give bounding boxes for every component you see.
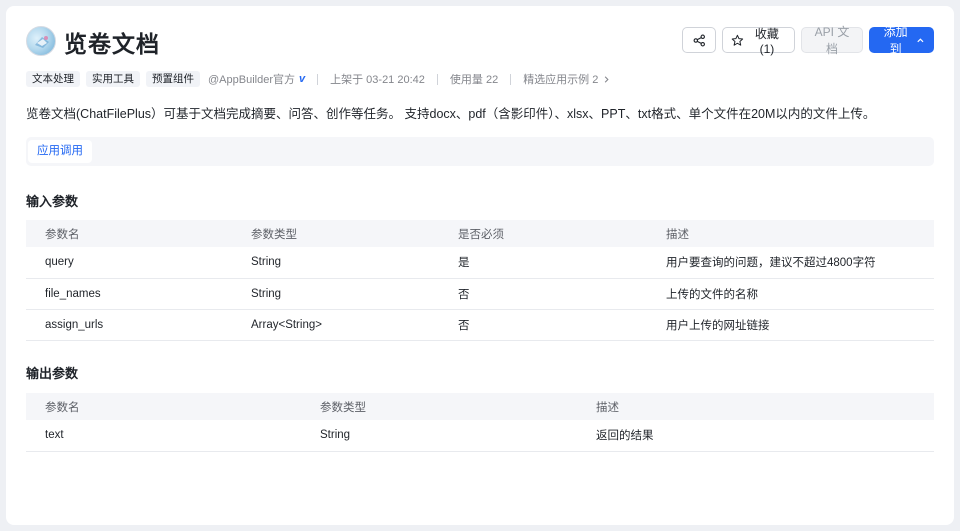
tag-preset[interactable]: 预置组件 bbox=[146, 71, 200, 87]
table-cell: String bbox=[232, 278, 439, 310]
table-cell: file_names bbox=[26, 278, 232, 310]
app-detail-card: 览卷文档 收藏(1) API 文档 添加到 文本处理 实用工具 预置组件 @Ap… bbox=[6, 6, 954, 525]
divider bbox=[436, 73, 438, 85]
divider bbox=[317, 73, 319, 85]
published-time: 上架于 03-21 20:42 bbox=[330, 74, 425, 86]
table-cell: assign_urls bbox=[26, 309, 232, 341]
app-description: 览卷文档(ChatFilePlus）可基于文档完成摘要、问答、创作等任务。 支持… bbox=[26, 107, 876, 121]
table-cell: query bbox=[26, 247, 232, 279]
table-row: file_names String 否 上传的文件的名称 bbox=[26, 278, 934, 310]
api-docs-button[interactable]: API 文档 bbox=[801, 25, 863, 56]
output-params-title: 输出参数 bbox=[26, 366, 79, 381]
tag-text-processing[interactable]: 文本处理 bbox=[26, 71, 80, 87]
column-header: 是否必须 bbox=[439, 220, 647, 247]
table-row: query String 是 用户要查询的问题，建议不超过4800字符 bbox=[26, 247, 934, 279]
table-cell: 否 bbox=[439, 309, 647, 341]
author: @AppBuilder官方 v bbox=[208, 71, 305, 87]
tab-app-invoke[interactable]: 应用调用 bbox=[28, 140, 92, 163]
usage-count: 使用量 22 bbox=[449, 74, 499, 86]
author-name: @AppBuilder官方 bbox=[208, 74, 295, 86]
meta-row: 文本处理 实用工具 预置组件 @AppBuilder官方 v 上架于 03-21… bbox=[26, 70, 611, 88]
table-cell: Array<String> bbox=[232, 309, 439, 341]
star-icon bbox=[731, 34, 744, 46]
table-cell: 返回的结果 bbox=[577, 420, 934, 452]
column-header: 参数名 bbox=[26, 220, 232, 247]
column-header: 描述 bbox=[577, 393, 934, 420]
share-icon bbox=[693, 34, 705, 46]
favorite-button[interactable]: 收藏(1) bbox=[722, 26, 795, 56]
tab-bar: 应用调用 bbox=[26, 137, 934, 166]
table-header-row: 参数名 参数类型 是否必须 描述 bbox=[26, 220, 934, 247]
table-row: assign_urls Array<String> 否 用户上传的网址链接 bbox=[26, 309, 934, 341]
header-actions: 收藏(1) API 文档 添加到 bbox=[682, 25, 934, 56]
column-header: 参数类型 bbox=[301, 393, 577, 420]
table-row: text String 返回的结果 bbox=[26, 420, 934, 452]
table-cell: 否 bbox=[439, 278, 647, 310]
add-to-label: 添加到 bbox=[883, 25, 908, 56]
table-cell: text bbox=[26, 420, 301, 452]
table-cell: String bbox=[232, 247, 439, 279]
add-to-button[interactable]: 添加到 bbox=[869, 25, 934, 56]
chevron-right-icon bbox=[605, 75, 609, 83]
table-cell: 用户要查询的问题，建议不超过4800字符 bbox=[647, 247, 934, 279]
verified-v-icon: v bbox=[298, 73, 306, 85]
column-header: 描述 bbox=[647, 220, 934, 247]
input-params-title: 输入参数 bbox=[26, 194, 79, 209]
app-logo-icon bbox=[26, 26, 56, 56]
tag-utility[interactable]: 实用工具 bbox=[86, 71, 140, 87]
table-cell: 用户上传的网址链接 bbox=[647, 309, 934, 341]
api-docs-label: API 文档 bbox=[814, 25, 850, 56]
chevron-up-icon bbox=[917, 37, 924, 42]
table-cell: 是 bbox=[439, 247, 647, 279]
favorite-label: 收藏(1) bbox=[754, 26, 779, 56]
output-params-table: 参数名 参数类型 描述 text String 返回的结果 bbox=[26, 393, 934, 452]
examples-label: 精选应用示例 2 bbox=[523, 74, 599, 86]
app-header: 览卷文档 收藏(1) API 文档 添加到 bbox=[26, 25, 934, 66]
table-cell: 上传的文件的名称 bbox=[647, 278, 934, 310]
examples-link[interactable]: 精选应用示例 2 bbox=[523, 71, 611, 87]
column-header: 参数名 bbox=[26, 393, 301, 420]
table-cell: String bbox=[301, 420, 577, 452]
page-title: 览卷文档 bbox=[64, 31, 160, 57]
table-header-row: 参数名 参数类型 描述 bbox=[26, 393, 934, 420]
column-header: 参数类型 bbox=[232, 220, 439, 247]
divider bbox=[510, 73, 512, 85]
input-params-table: 参数名 参数类型 是否必须 描述 query String 是 用户要查询的问题… bbox=[26, 220, 934, 341]
share-button[interactable] bbox=[682, 27, 716, 53]
